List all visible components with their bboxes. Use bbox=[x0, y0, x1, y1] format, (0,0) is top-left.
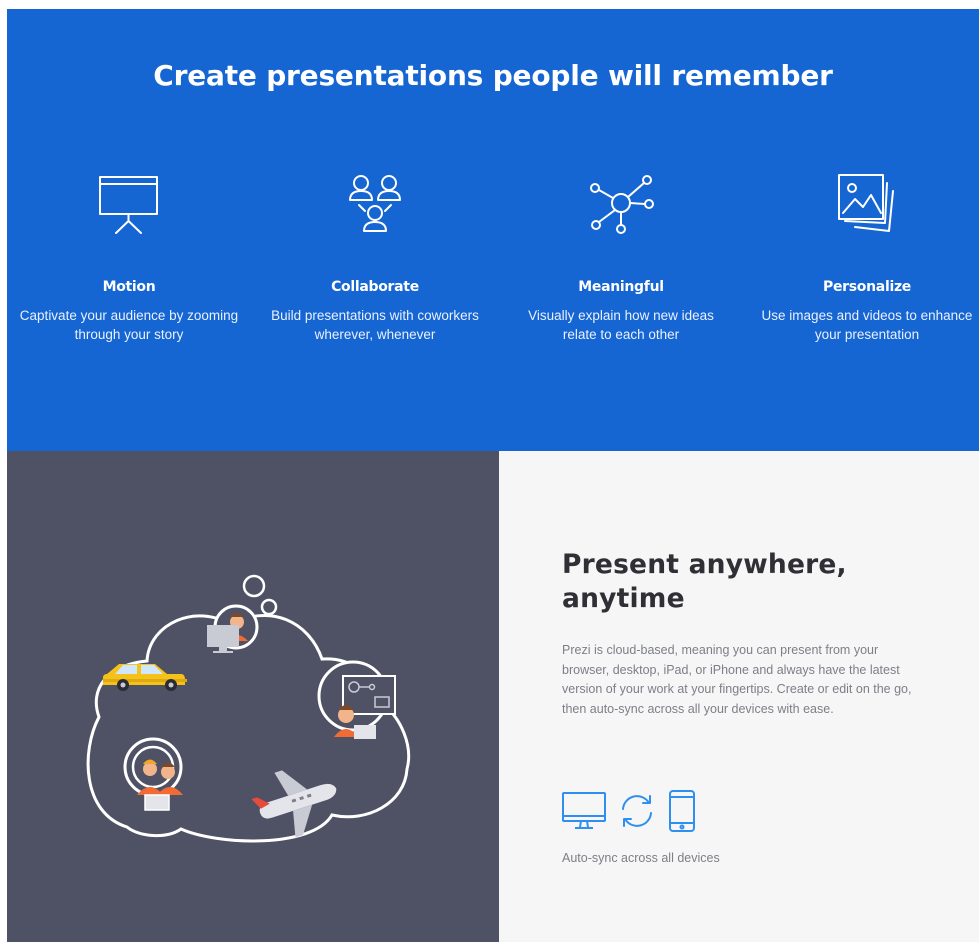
network-nodes-icon bbox=[585, 169, 657, 241]
features-hero-section: Create presentations people will remembe… bbox=[7, 9, 979, 451]
cloud-travel-illustration bbox=[86, 574, 411, 843]
sync-arrows-icon bbox=[617, 789, 657, 838]
feature-title: Meaningful bbox=[578, 279, 664, 295]
person-at-desktop bbox=[207, 604, 259, 653]
feature-description: Build presentations with coworkers where… bbox=[271, 308, 479, 342]
collaboration-people-icon bbox=[339, 169, 411, 241]
section-title: Present anywhere, anytime bbox=[562, 548, 922, 616]
feature-title: Personalize bbox=[823, 279, 911, 295]
desktop-monitor-icon bbox=[561, 789, 607, 838]
feature-title: Motion bbox=[102, 279, 156, 295]
feature-motion: Motion Captivate your audience by zoomin… bbox=[9, 169, 249, 344]
feature-description: Visually explain how new ideas relate to… bbox=[528, 308, 714, 342]
feature-description: Use images and videos to enhance your pr… bbox=[761, 308, 973, 342]
feature-title: Collaborate bbox=[331, 279, 419, 295]
illustration-panel bbox=[7, 451, 499, 942]
feature-description: Captivate your audience by zooming throu… bbox=[19, 308, 239, 342]
auto-sync-caption: Auto-sync across all devices bbox=[562, 851, 720, 865]
taxi-car bbox=[103, 664, 187, 691]
feature-meaningful: Meaningful Visually explain how new idea… bbox=[501, 169, 741, 344]
hero-title: Create presentations people will remembe… bbox=[153, 59, 833, 92]
device-icons-row bbox=[561, 789, 741, 835]
people-with-tablet bbox=[123, 737, 183, 811]
airplane bbox=[251, 770, 337, 838]
section-title-line-1: Present anywhere, bbox=[562, 549, 847, 580]
present-anywhere-section: Present anywhere, anytime Prezi is cloud… bbox=[499, 451, 979, 942]
smartphone-icon bbox=[667, 789, 697, 838]
section-body: Prezi is cloud-based, meaning you can pr… bbox=[562, 643, 912, 716]
presentation-screen-icon bbox=[93, 169, 165, 241]
section-title-line-2: anytime bbox=[562, 583, 685, 614]
person-presenting bbox=[317, 660, 396, 739]
image-gallery-icon bbox=[831, 169, 903, 241]
feature-personalize: Personalize Use images and videos to enh… bbox=[747, 169, 979, 344]
feature-collaborate: Collaborate Build presentations with cow… bbox=[255, 169, 495, 344]
